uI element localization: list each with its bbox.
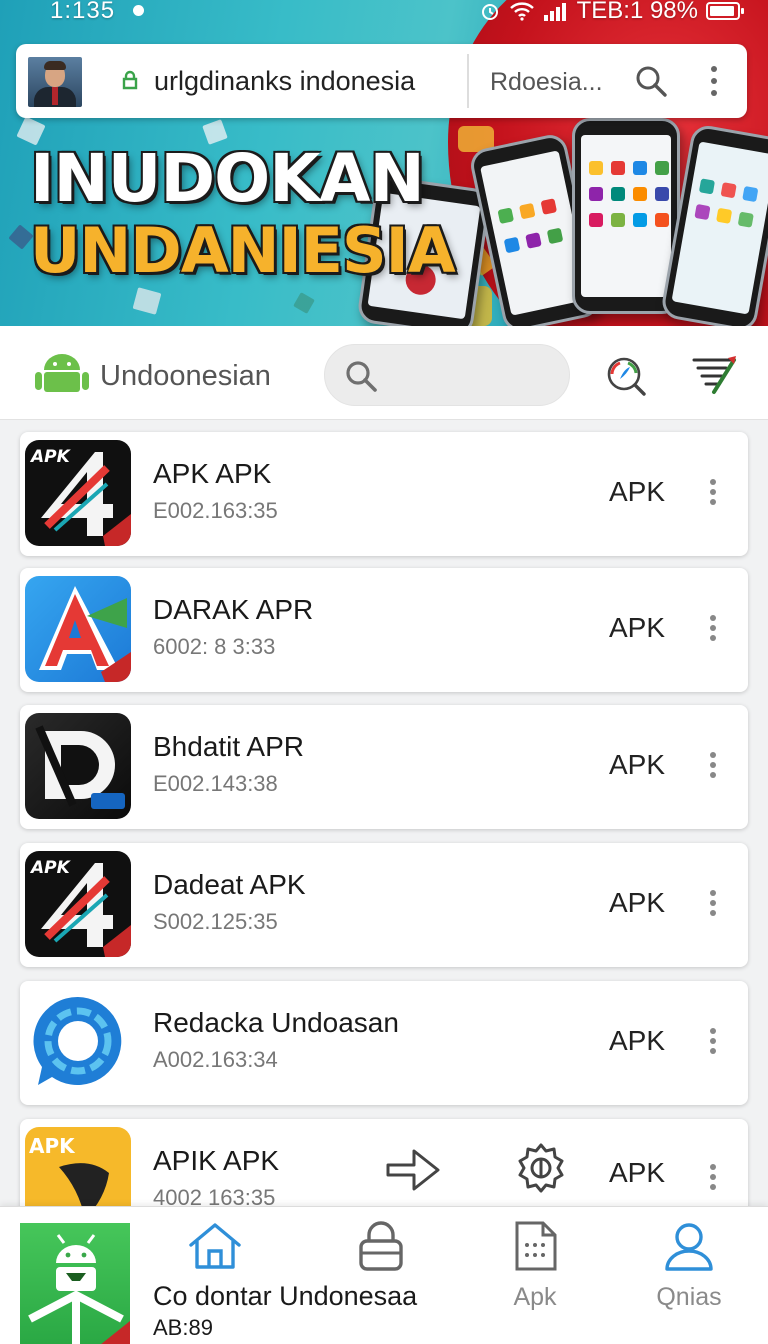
battery-icon bbox=[706, 2, 744, 20]
app-type: APK bbox=[609, 476, 666, 507]
apk-4-icon: APK bbox=[25, 851, 131, 957]
lock-icon bbox=[122, 70, 138, 90]
home-icon bbox=[189, 1223, 241, 1269]
search-input[interactable] bbox=[387, 359, 557, 393]
app-name: Bhdatit APR bbox=[153, 731, 304, 762]
more-vert-icon[interactable] bbox=[706, 889, 720, 917]
nav-apk[interactable]: Apk bbox=[480, 1221, 590, 1331]
black-d-icon bbox=[25, 713, 131, 819]
url-text[interactable]: urlgdinanks indonesia bbox=[154, 66, 415, 97]
app-type: APK bbox=[609, 1157, 666, 1188]
status-info-text: TEB:1 98% bbox=[576, 0, 698, 24]
nav-apk-label: Apk bbox=[513, 1283, 557, 1311]
svg-text:APK: APK bbox=[29, 858, 72, 878]
wifi-icon bbox=[509, 2, 534, 21]
app-meta: E002.163:35 bbox=[153, 498, 278, 523]
list-item[interactable]: Bhdatit APR E002.143:38 APK bbox=[20, 705, 748, 829]
svg-text:APK: APK bbox=[29, 1134, 76, 1158]
status-right: TEB:1 98% bbox=[479, 0, 744, 25]
bottom-nav: Co dontar Undonesaa AB:89 Apk Qnias bbox=[0, 1206, 768, 1344]
app-type: APK bbox=[609, 1025, 666, 1056]
apk-4-icon: APK bbox=[25, 440, 131, 546]
more-vert-icon[interactable] bbox=[706, 1163, 720, 1191]
app-meta: 6002: 8 3:33 bbox=[153, 634, 276, 659]
android-icon bbox=[35, 354, 89, 392]
app-name: DARAK APR bbox=[153, 594, 314, 625]
nav-profile[interactable]: Qnias bbox=[634, 1221, 744, 1331]
notification-dot-icon bbox=[133, 5, 144, 16]
hero-title-line1: INUDOKAN bbox=[30, 140, 425, 217]
app-name: Redacka Undoasan bbox=[153, 1007, 399, 1038]
person-icon bbox=[665, 1223, 713, 1271]
hero-phone-3 bbox=[572, 118, 680, 314]
language-selector[interactable]: Rdoesia... bbox=[490, 68, 603, 97]
search-icon bbox=[346, 361, 377, 392]
url-bar[interactable]: urlgdinanks indonesia Rdoesia... bbox=[16, 44, 747, 118]
list-item[interactable]: DARAK APR 6002: 8 3:33 APK bbox=[20, 568, 748, 692]
app-meta: A002.163:34 bbox=[153, 1047, 278, 1072]
app-type: APK bbox=[609, 887, 666, 918]
android-promo-icon[interactable] bbox=[20, 1223, 130, 1344]
list-item[interactable]: APK Dadeat APK S002.125:35 APK bbox=[20, 843, 748, 967]
more-vert-icon[interactable] bbox=[706, 1027, 720, 1055]
app-name: APK APK bbox=[153, 458, 272, 489]
app-meta: E002.143:38 bbox=[153, 771, 278, 796]
status-bar: 1:135 TEB:1 98% bbox=[0, 0, 768, 28]
more-vert-icon[interactable] bbox=[706, 751, 720, 779]
app-type: APK bbox=[609, 749, 666, 780]
app-type: APK bbox=[609, 612, 666, 643]
app-name: APIK APK bbox=[153, 1145, 280, 1176]
more-vert-icon[interactable] bbox=[706, 614, 720, 642]
hero-title-line2: UNDANIESIA bbox=[30, 214, 456, 287]
nav-profile-label: Qnias bbox=[656, 1283, 722, 1311]
blue-ring-chat-icon bbox=[25, 989, 131, 1095]
status-time: 1:135 bbox=[50, 0, 116, 24]
app-toolbar: Undoonesian bbox=[0, 326, 768, 420]
search-field[interactable] bbox=[324, 344, 570, 406]
apk-file-icon bbox=[515, 1221, 557, 1271]
url-divider bbox=[467, 54, 469, 108]
nav-home[interactable] bbox=[160, 1221, 270, 1331]
app-name: Dadeat APK bbox=[153, 869, 306, 900]
more-vert-icon[interactable] bbox=[706, 478, 720, 506]
hero-banner: INUDOKAN UNDANIESIA 1:135 TEB:1 98% urlg… bbox=[0, 0, 768, 326]
svg-text:APK: APK bbox=[29, 447, 72, 467]
arrow-right-icon[interactable] bbox=[382, 1139, 444, 1201]
more-vert-icon[interactable] bbox=[706, 64, 722, 98]
list-item[interactable]: Redacka Undoasan A002.163:34 APK bbox=[20, 981, 748, 1105]
search-icon[interactable] bbox=[634, 64, 668, 98]
list-item[interactable]: APK APK APK E002.163:35 APK bbox=[20, 432, 748, 556]
app-meta: S002.125:35 bbox=[153, 909, 278, 934]
nav-lock[interactable] bbox=[326, 1221, 436, 1331]
alarm-icon bbox=[481, 4, 498, 20]
signal-icon bbox=[543, 3, 566, 21]
filter-icon[interactable] bbox=[692, 352, 738, 396]
lens-search-icon[interactable] bbox=[604, 354, 648, 398]
lock-icon bbox=[359, 1221, 403, 1271]
red-a-icon bbox=[25, 576, 131, 682]
settings-gear-icon[interactable] bbox=[514, 1141, 568, 1195]
hero-confetti bbox=[132, 287, 162, 315]
toolbar-title: Undoonesian bbox=[100, 360, 271, 392]
hero-confetti bbox=[293, 292, 315, 314]
avatar[interactable] bbox=[28, 57, 82, 107]
